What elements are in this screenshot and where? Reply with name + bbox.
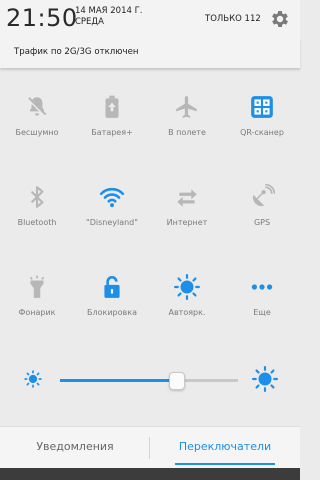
weekday: СРЕДА <box>75 17 104 27</box>
panel-bottom-edge <box>0 468 300 480</box>
toggle-label: Батарея+ <box>91 128 133 137</box>
notice-text: Трафик по 2G/3G отключен <box>14 47 139 57</box>
brightness-high-icon <box>252 366 278 392</box>
brightness-row <box>0 358 300 402</box>
quick-toggles-grid: Бесшумно Батарея+ В полете QR-сканер Blu… <box>0 80 300 350</box>
toggle-label: GPS <box>253 218 271 227</box>
date: 14 МАЯ 2014 Г. <box>75 6 143 16</box>
toggle-label: Автоярк. <box>168 308 206 317</box>
toggle-flashlight[interactable]: Фонарик <box>0 274 74 334</box>
airplane-icon <box>176 96 197 118</box>
toggle-qr-scanner[interactable]: QR-сканер <box>225 94 299 154</box>
qr-scanner-icon <box>251 96 273 118</box>
date-block: 14 МАЯ 2014 Г. СРЕДА <box>75 6 143 28</box>
brightness-low-icon <box>24 370 42 388</box>
toggle-auto-brightness[interactable]: Автоярк. <box>150 274 224 334</box>
toggle-more[interactable]: Еще <box>225 274 299 334</box>
toggle-gps[interactable]: GPS <box>225 184 299 244</box>
toggle-wifi[interactable]: "Disneyland" <box>75 184 149 244</box>
toggle-label: QR-сканер <box>240 128 284 137</box>
gear-icon[interactable] <box>269 8 291 30</box>
unlock-icon <box>104 275 120 298</box>
toggle-mobile-data[interactable]: Интернет <box>150 184 224 244</box>
toggle-label: Bluetooth <box>17 218 57 227</box>
auto-brightness-icon <box>174 274 200 300</box>
active-tab-indicator <box>175 463 275 465</box>
flashlight-icon <box>29 275 45 298</box>
toggle-label: Фонарик <box>18 308 56 317</box>
brightness-slider[interactable] <box>60 379 238 382</box>
toggle-label: Интернет <box>166 218 208 227</box>
more-icon <box>251 284 273 290</box>
network-status: ТОЛЬКО 112 <box>205 14 261 24</box>
notice-bar[interactable]: Трафик по 2G/3G отключен <box>0 38 300 68</box>
toggle-label: Бесшумно <box>15 128 59 137</box>
wifi-icon <box>99 187 125 208</box>
clock: 21:50 <box>6 4 78 32</box>
battery-plus-icon <box>105 95 119 118</box>
bell-off-icon <box>27 97 47 117</box>
data-transfer-icon <box>177 189 197 207</box>
toggle-label: Еще <box>253 308 271 317</box>
bluetooth-icon <box>30 186 44 208</box>
toggle-label: Блокировка <box>87 308 137 317</box>
brightness-slider-fill <box>60 379 177 382</box>
toggle-airplane[interactable]: В полете <box>150 94 224 154</box>
toggle-label: "Disneyland" <box>86 218 138 227</box>
status-bar: 21:50 14 МАЯ 2014 Г. СРЕДА ТОЛЬКО 112 <box>0 0 300 38</box>
toggle-battery-saver[interactable]: Батарея+ <box>75 94 149 154</box>
tab-bar: Уведомления Переключатели <box>0 426 300 469</box>
gps-icon <box>252 184 275 207</box>
toggle-lock[interactable]: Блокировка <box>75 274 149 334</box>
toggle-label: В полете <box>168 128 206 137</box>
tab-notifications[interactable]: Уведомления <box>0 427 150 469</box>
toggle-bluetooth[interactable]: Bluetooth <box>0 184 74 244</box>
toggle-silent[interactable]: Бесшумно <box>0 94 74 154</box>
brightness-slider-thumb[interactable] <box>169 372 185 390</box>
